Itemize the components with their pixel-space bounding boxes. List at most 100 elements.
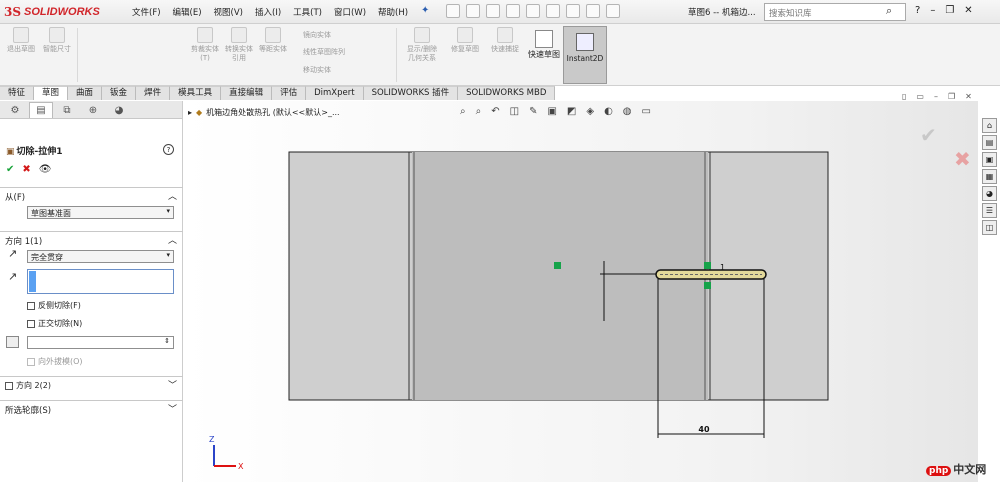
help-icon[interactable]: ?	[915, 5, 920, 16]
display-relations-button[interactable]: 显示/删除几何关系	[405, 27, 439, 63]
tab-solidworks-mbd[interactable]: SOLIDWORKS MBD	[458, 86, 556, 100]
menu-tools[interactable]: 工具(T)	[293, 6, 322, 18]
search-input[interactable]: 搜索知识库	[764, 3, 906, 21]
repair-sketch-button[interactable]: 修复草图	[448, 27, 482, 54]
rebuild-icon[interactable]	[566, 4, 580, 18]
tab-features[interactable]: 特征	[0, 86, 35, 100]
pin-icon[interactable]: ✦	[421, 5, 429, 16]
help-icon[interactable]: ?	[163, 144, 174, 155]
appearances-icon[interactable]: ◕	[982, 186, 997, 201]
home-icon[interactable]: ⌂	[982, 118, 997, 133]
direction-vector-field[interactable]	[27, 269, 174, 294]
trim-button[interactable]: 剪裁实体(T)	[188, 27, 222, 63]
viewport-restore-icon[interactable]: ▭	[916, 92, 924, 101]
new-icon[interactable]	[446, 4, 460, 18]
menu-insert[interactable]: 插入(I)	[255, 6, 281, 18]
convert-entities-label: 转换实体引用	[225, 45, 253, 62]
chevron-down-icon: ▾	[166, 207, 170, 215]
search-icon[interactable]: ⌕	[886, 4, 892, 18]
linear-pattern[interactable]: 线性草图阵列	[303, 47, 345, 57]
end-condition-value: 完全贯穿	[31, 253, 63, 262]
checkbox-box	[5, 381, 13, 390]
restore-icon[interactable]: ❐	[945, 5, 954, 16]
viewport-maximize-icon[interactable]: ❐	[948, 92, 955, 101]
menu-view[interactable]: 视图(V)	[214, 6, 243, 18]
instant2d-button[interactable]: Instant2D	[563, 26, 607, 84]
smart-dimension-button[interactable]: 智能尺寸	[40, 27, 74, 54]
select-icon[interactable]	[546, 4, 560, 18]
end-condition-select[interactable]: 完全贯穿 ▾	[27, 250, 174, 263]
smart-dimension-icon	[49, 27, 65, 43]
tab-surfaces[interactable]: 曲面	[68, 86, 103, 100]
title-bar: 3S SOLIDWORKS 文件(F) 编辑(E) 视图(V) 插入(I) 工具…	[0, 0, 1000, 24]
convert-entities-button[interactable]: 转换实体引用	[222, 27, 256, 63]
file-explorer-icon[interactable]: ▦	[982, 169, 997, 184]
cut-extrude-icon: ▣	[6, 147, 15, 157]
tab-dimxpert[interactable]: DimXpert	[306, 86, 364, 100]
minimize-icon[interactable]: –	[930, 5, 935, 16]
quick-sketch-button[interactable]: 快速草图	[527, 26, 561, 84]
menu-bar: 文件(F) 编辑(E) 视图(V) 插入(I) 工具(T) 窗口(W) 帮助(H…	[132, 6, 408, 18]
open-icon[interactable]	[466, 4, 480, 18]
section-selected-contours[interactable]: 所选轮廓(S) ﹀	[0, 400, 183, 416]
save-icon[interactable]	[486, 4, 500, 18]
print-icon[interactable]	[506, 4, 520, 18]
mirror-entities[interactable]: 镜向实体	[303, 30, 331, 40]
viewport-close-icon[interactable]: ✕	[965, 92, 972, 101]
selected-contours-label: 所选轮廓(S)	[5, 406, 52, 416]
section-direction-2[interactable]: 方向 2(2) ﹀	[0, 376, 183, 392]
window-controls: ? – ❐ ✕	[915, 5, 973, 16]
watermark: php 中文网	[926, 461, 986, 477]
draft-icon[interactable]	[6, 336, 19, 348]
tab-direct-editing[interactable]: 直接编辑	[221, 86, 273, 100]
quick-access-toolbar	[446, 4, 620, 18]
ribbon-divider	[77, 28, 78, 82]
from-select[interactable]: 草图基准面 ▾	[27, 206, 174, 219]
solidworks-logo[interactable]: 3S SOLIDWORKS	[4, 3, 112, 21]
display-manager-icon[interactable]: ◕	[107, 102, 131, 118]
direction-2-checkbox[interactable]: 方向 2(2)	[5, 380, 51, 391]
property-manager-icon[interactable]: ▤	[29, 102, 53, 118]
preview-eye-icon[interactable]: 👁	[39, 164, 52, 175]
smart-dimension-label: 智能尺寸	[43, 45, 71, 53]
menu-edit[interactable]: 编辑(E)	[173, 6, 202, 18]
menu-window[interactable]: 窗口(W)	[334, 6, 366, 18]
cancel-x-icon[interactable]: ✖	[22, 164, 30, 175]
file-properties-icon[interactable]	[586, 4, 600, 18]
feature-manager-icon[interactable]: ⚙	[3, 102, 27, 118]
reverse-direction-icon[interactable]: ↗	[8, 247, 17, 260]
ok-check-icon[interactable]: ✔	[6, 164, 14, 175]
section-direction-1[interactable]: 方向 1(1) ︿	[0, 231, 183, 247]
forum-icon[interactable]: ◫	[982, 220, 997, 235]
dimxpert-manager-icon[interactable]: ⊕	[81, 102, 105, 118]
dimension-40[interactable]: 40	[698, 425, 710, 434]
graphics-area[interactable]: ▸ ◆ 机箱边角处散热孔 (默认<<默认>_... ⌕ ⌕ ↶ ◫ ✎ ▣ ◩ ◈ …	[184, 92, 978, 482]
move-entities[interactable]: 移动实体	[303, 65, 331, 75]
tab-evaluate[interactable]: 评估	[272, 86, 307, 100]
viewport-tile-icon[interactable]: ▯	[902, 92, 906, 101]
menu-file[interactable]: 文件(F)	[132, 6, 161, 18]
close-icon[interactable]: ✕	[964, 5, 972, 16]
offset-entities-button[interactable]: 等距实体	[256, 27, 290, 54]
tab-sketch[interactable]: 草图	[34, 86, 69, 100]
viewport-minimize-icon[interactable]: –	[934, 92, 938, 101]
section-direction-2-label: 方向 2(2)	[16, 381, 51, 390]
design-library-icon[interactable]: ▣	[982, 152, 997, 167]
section-from[interactable]: 从(F) ︿	[0, 187, 183, 203]
configuration-manager-icon[interactable]: ⧉	[55, 102, 79, 118]
flip-side-checkbox[interactable]: 反侧切除(F)	[27, 300, 81, 311]
tab-sheet-metal[interactable]: 钣金	[102, 86, 137, 100]
tab-solidworks-addins[interactable]: SOLIDWORKS 插件	[363, 86, 459, 100]
quick-snaps-button[interactable]: 快速捕捉	[488, 27, 522, 54]
exit-sketch-button[interactable]: 退出草图	[4, 27, 38, 54]
draft-angle-spinner[interactable]: ⇕	[27, 336, 174, 349]
options-gear-icon[interactable]	[606, 4, 620, 18]
spinner-icon: ⇕	[164, 337, 170, 345]
undo-icon[interactable]	[526, 4, 540, 18]
custom-properties-icon[interactable]: ☰	[982, 203, 997, 218]
resources-icon[interactable]: ▤	[982, 135, 997, 150]
tab-weldments[interactable]: 焊件	[136, 86, 171, 100]
tab-mold-tools[interactable]: 模具工具	[170, 86, 222, 100]
normal-cut-checkbox[interactable]: 正交切除(N)	[27, 318, 82, 329]
menu-help[interactable]: 帮助(H)	[378, 6, 408, 18]
